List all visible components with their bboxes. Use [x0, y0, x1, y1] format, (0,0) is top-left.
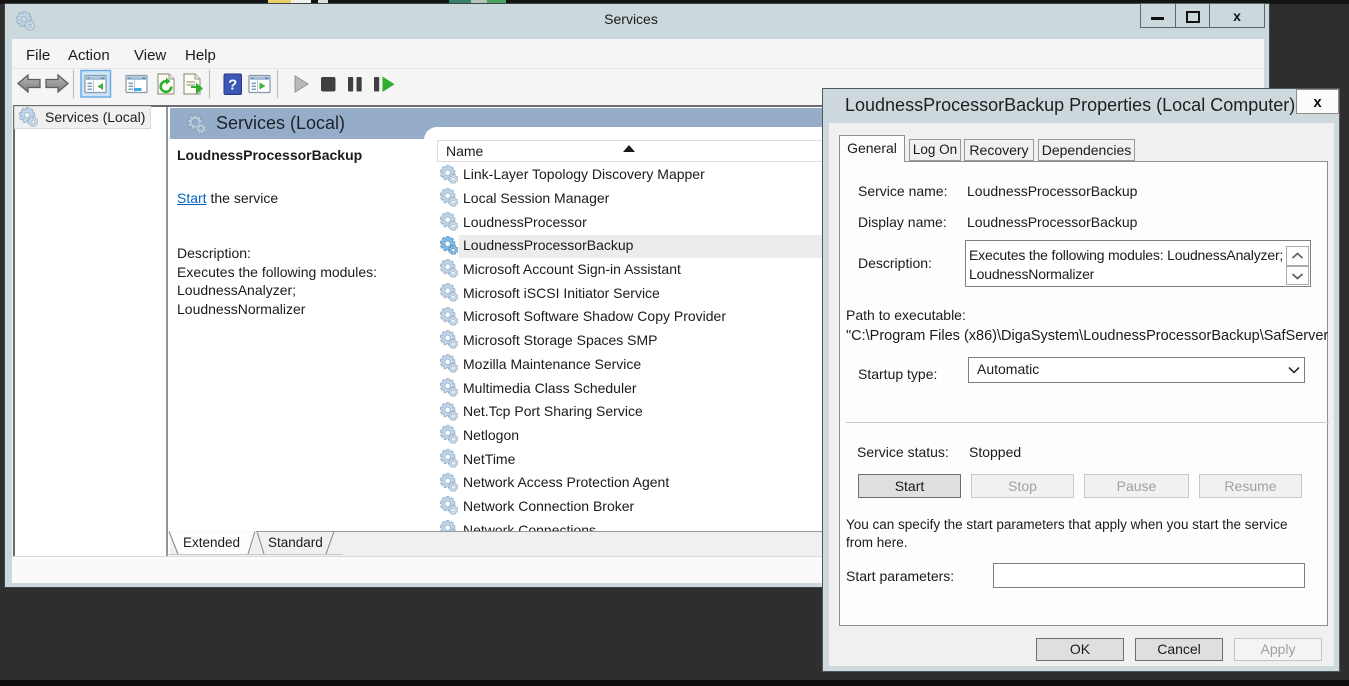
svg-text:?: ? [228, 77, 237, 94]
